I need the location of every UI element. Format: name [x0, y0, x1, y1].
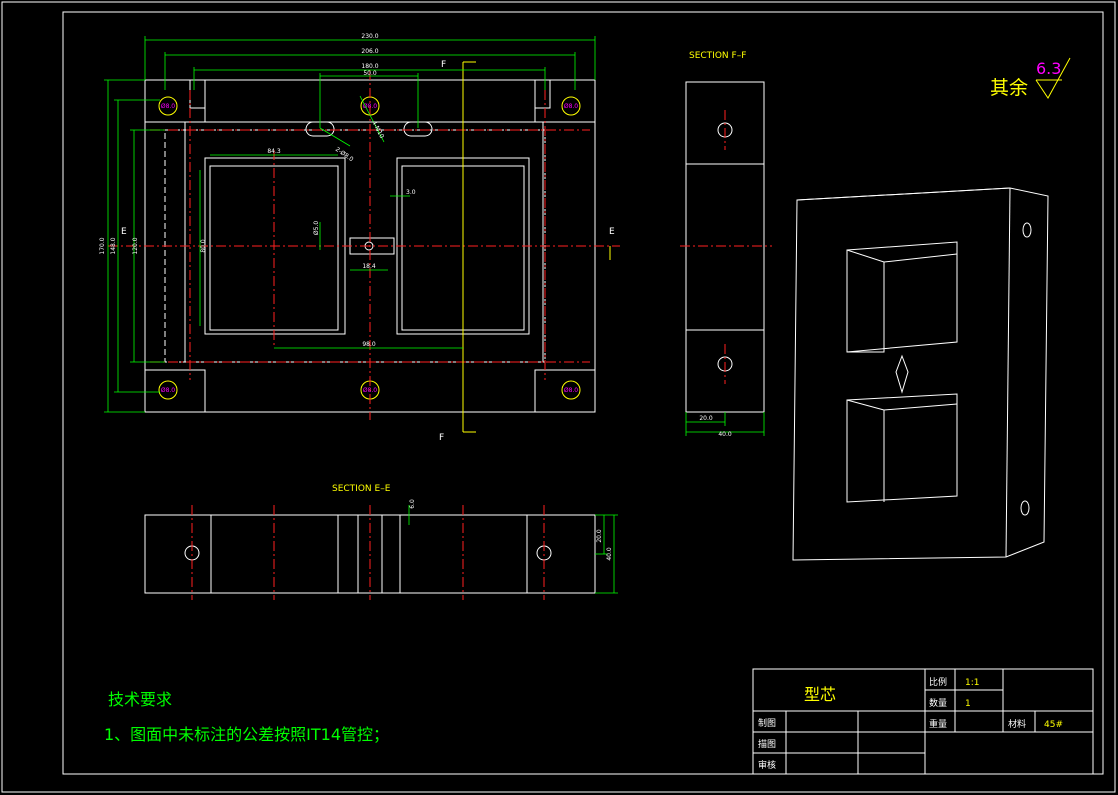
- section-ee-hatch-center: [337, 514, 401, 594]
- dim-84-3: 84.3: [267, 148, 281, 155]
- tech-notes-heading: 技术要求: [108, 690, 172, 709]
- section-ee-dim-6: 6.0: [409, 499, 416, 509]
- section-ee-dim-20: 20.0: [596, 529, 603, 543]
- hole-tag-br: Ø8.0: [564, 387, 578, 394]
- checked-label: 审核: [758, 759, 776, 771]
- scale-label: 比例: [929, 676, 947, 688]
- corner-block-tr: [534, 79, 596, 123]
- leader-hole-a: [319, 127, 351, 147]
- material-label: 材料: [1008, 718, 1026, 730]
- isometric-view: [792, 187, 1049, 561]
- section-mark-f-bottom: F: [439, 433, 444, 443]
- dim-3: 3.0: [406, 189, 416, 196]
- hole-tag-tl: Ø8.0: [161, 103, 175, 110]
- section-ff-view: SECTION F–F 20.0 40.0: [680, 51, 772, 438]
- qty-value: 1: [965, 699, 971, 709]
- section-ee-dim-40: 40.0: [606, 547, 613, 561]
- dim-170: 170.0: [99, 237, 106, 254]
- material-value: 45#: [1044, 720, 1063, 730]
- scale-value: 1:1: [965, 678, 979, 688]
- dim-98: 98.0: [362, 341, 376, 348]
- outer-border: [1, 1, 1116, 793]
- section-ff-title: SECTION F–F: [689, 51, 746, 61]
- hole-tag-bl: Ø8.0: [161, 387, 175, 394]
- section-ff-dim-20: 20.0: [699, 415, 713, 422]
- roughness-symbol: 其余 6.3: [990, 57, 1071, 99]
- iso-cavity-bottom: [846, 393, 958, 503]
- section-ee-title: SECTION E–E: [332, 484, 391, 494]
- drawn-label: 制图: [758, 717, 776, 729]
- dim-80: 80.0: [200, 239, 207, 253]
- weight-label: 重量: [929, 718, 947, 730]
- section-ee-hatch-left: [144, 514, 212, 594]
- qty-label: 数量: [929, 697, 947, 709]
- roughness-value: 6.3: [1036, 59, 1061, 78]
- iso-gate: [895, 354, 909, 394]
- iso-hole-top: [1022, 222, 1032, 238]
- dim-50: 50.0: [363, 70, 377, 77]
- main-view: Ø8.0 Ø8.0 Ø8.0 Ø8.0 Ø8.0 Ø8.0 F F E E 23…: [99, 33, 620, 443]
- drawing-canvas: Ø8.0 Ø8.0 Ø8.0 Ø8.0 Ø8.0 Ø8.0 F F E E 23…: [1, 1, 1116, 793]
- title-block: 型芯 比例 1:1 数量 1 重量 材料 45# 制图 描图 审核: [752, 668, 1094, 775]
- traced-label: 描图: [758, 738, 776, 750]
- roughness-prefix: 其余: [990, 77, 1028, 99]
- technical-notes: 技术要求 1、图面中未标注的公差按照IT14管控；: [104, 690, 389, 744]
- inner-frame: [62, 11, 1104, 775]
- iso-cavity-top: [846, 241, 958, 353]
- section-mark-e-right: E: [609, 227, 615, 237]
- dim-120: 120.0: [132, 237, 139, 254]
- dim-230: 230.0: [361, 33, 378, 40]
- iso-hole-bottom: [1020, 500, 1030, 516]
- part-name: 型芯: [804, 685, 836, 704]
- hole-tag-tr: Ø8.0: [564, 103, 578, 110]
- dim-180: 180.0: [361, 63, 378, 70]
- dim-148: 148.0: [110, 237, 117, 254]
- dim-206: 206.0: [361, 48, 378, 55]
- section-ff-dim-40: 40.0: [718, 431, 732, 438]
- section-ee-view: SECTION E–E 6.0 20.0 40.0: [144, 484, 618, 600]
- dim-5: Ø5.0: [313, 221, 320, 235]
- section-mark-e-left: E: [121, 227, 127, 237]
- section-mark-f-top: F: [441, 60, 446, 70]
- dim-18-4: 18.4: [362, 263, 376, 270]
- tech-note-item: 1、图面中未标注的公差按照IT14管控；: [104, 725, 389, 744]
